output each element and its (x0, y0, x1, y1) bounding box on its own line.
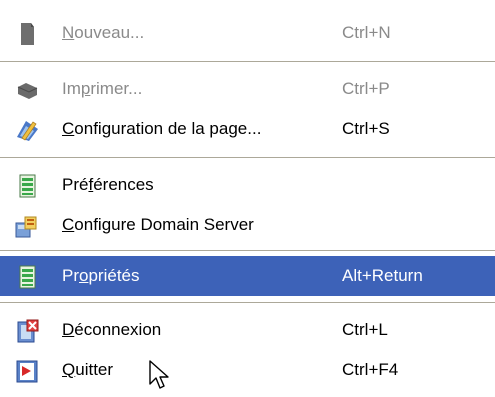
exit-icon (14, 358, 40, 384)
menu-item-label: Propriétés (62, 266, 140, 285)
menu-item-proprietes[interactable]: Propriétés Alt+Return (0, 256, 495, 296)
menu-item-label: Configuration de la page... (62, 119, 262, 138)
domain-server-icon (14, 213, 40, 239)
menu-separator (0, 302, 495, 304)
properties-icon (14, 264, 40, 290)
menu-item-quitter[interactable]: Quitter Ctrl+F4 (0, 350, 495, 390)
menu-item-imprimer[interactable]: Imprimer... Ctrl+P (0, 69, 495, 109)
shortcut-label: Alt+Return (342, 266, 423, 285)
menu-item-configure-domain-server[interactable]: Configure Domain Server (0, 205, 495, 245)
shortcut-label: Ctrl+L (342, 320, 388, 339)
menu-item-label: Nouveau... (62, 23, 145, 42)
menu-separator (0, 61, 495, 63)
printer-icon (14, 77, 40, 103)
menu-item-label: Préférences (62, 175, 154, 194)
menu-item-deconnexion[interactable]: Déconnexion Ctrl+L (0, 310, 495, 350)
shortcut-label: Ctrl+S (342, 119, 390, 138)
page-setup-icon (14, 117, 40, 143)
menu-separator (0, 157, 495, 159)
preferences-icon (14, 173, 40, 199)
shortcut-label: Ctrl+F4 (342, 360, 399, 379)
mouse-cursor-icon (148, 360, 178, 392)
shortcut-label: Ctrl+N (342, 23, 391, 42)
document-icon (14, 21, 40, 47)
context-menu: Nouveau... Ctrl+N Imprimer... Ctrl+P Con… (0, 0, 495, 394)
disconnect-icon (14, 318, 40, 344)
menu-item-configuration-page[interactable]: Configuration de la page... Ctrl+S (0, 109, 495, 149)
menu-item-label: Imprimer... (62, 79, 143, 98)
menu-item-nouveau[interactable]: Nouveau... Ctrl+N (0, 13, 495, 53)
shortcut-label: Ctrl+P (342, 79, 390, 98)
menu-item-label: Configure Domain Server (62, 215, 254, 234)
menu-item-label: Quitter (62, 360, 114, 379)
menu-item-preferences[interactable]: Préférences (0, 165, 495, 205)
menu-item-label: Déconnexion (62, 320, 162, 339)
menu-separator (0, 250, 495, 252)
